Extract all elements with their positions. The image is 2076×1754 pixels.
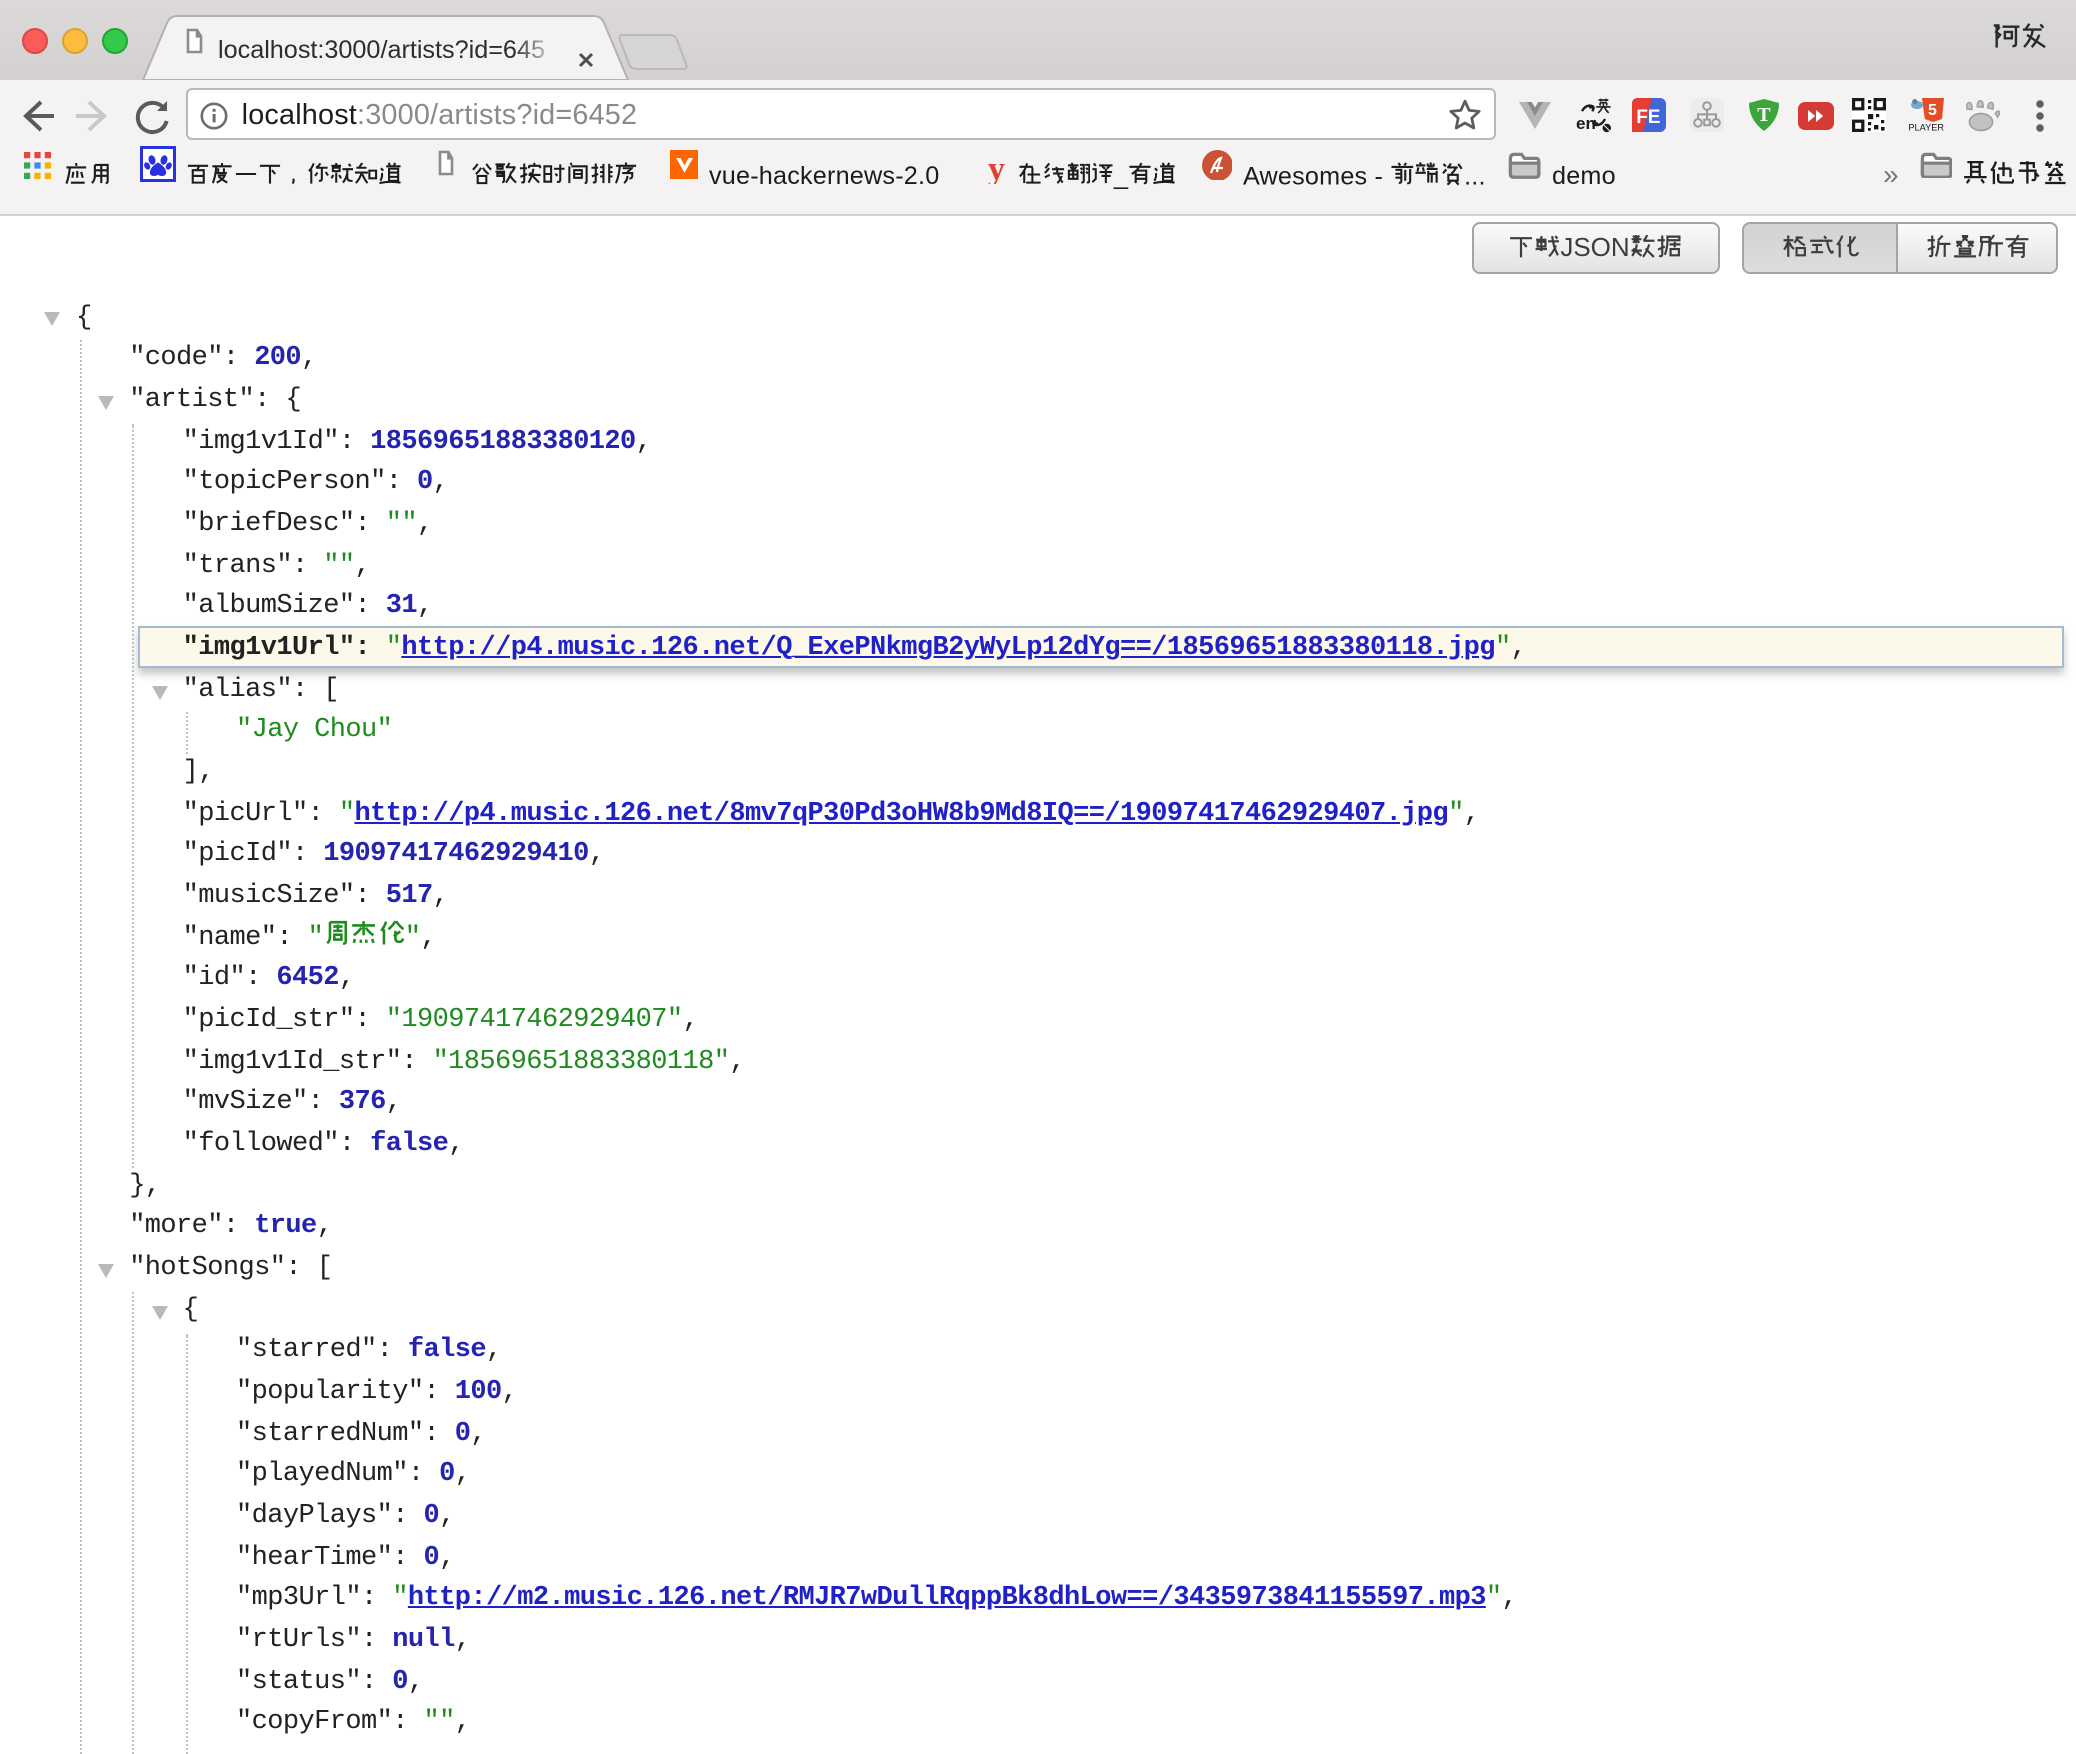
svg-text:5: 5: [1928, 102, 1937, 119]
svg-text:PLAYER: PLAYER: [1908, 122, 1944, 132]
svg-text:T: T: [1756, 103, 1770, 125]
svg-text:FE: FE: [1636, 107, 1660, 128]
svg-text:y: y: [987, 152, 1004, 184]
